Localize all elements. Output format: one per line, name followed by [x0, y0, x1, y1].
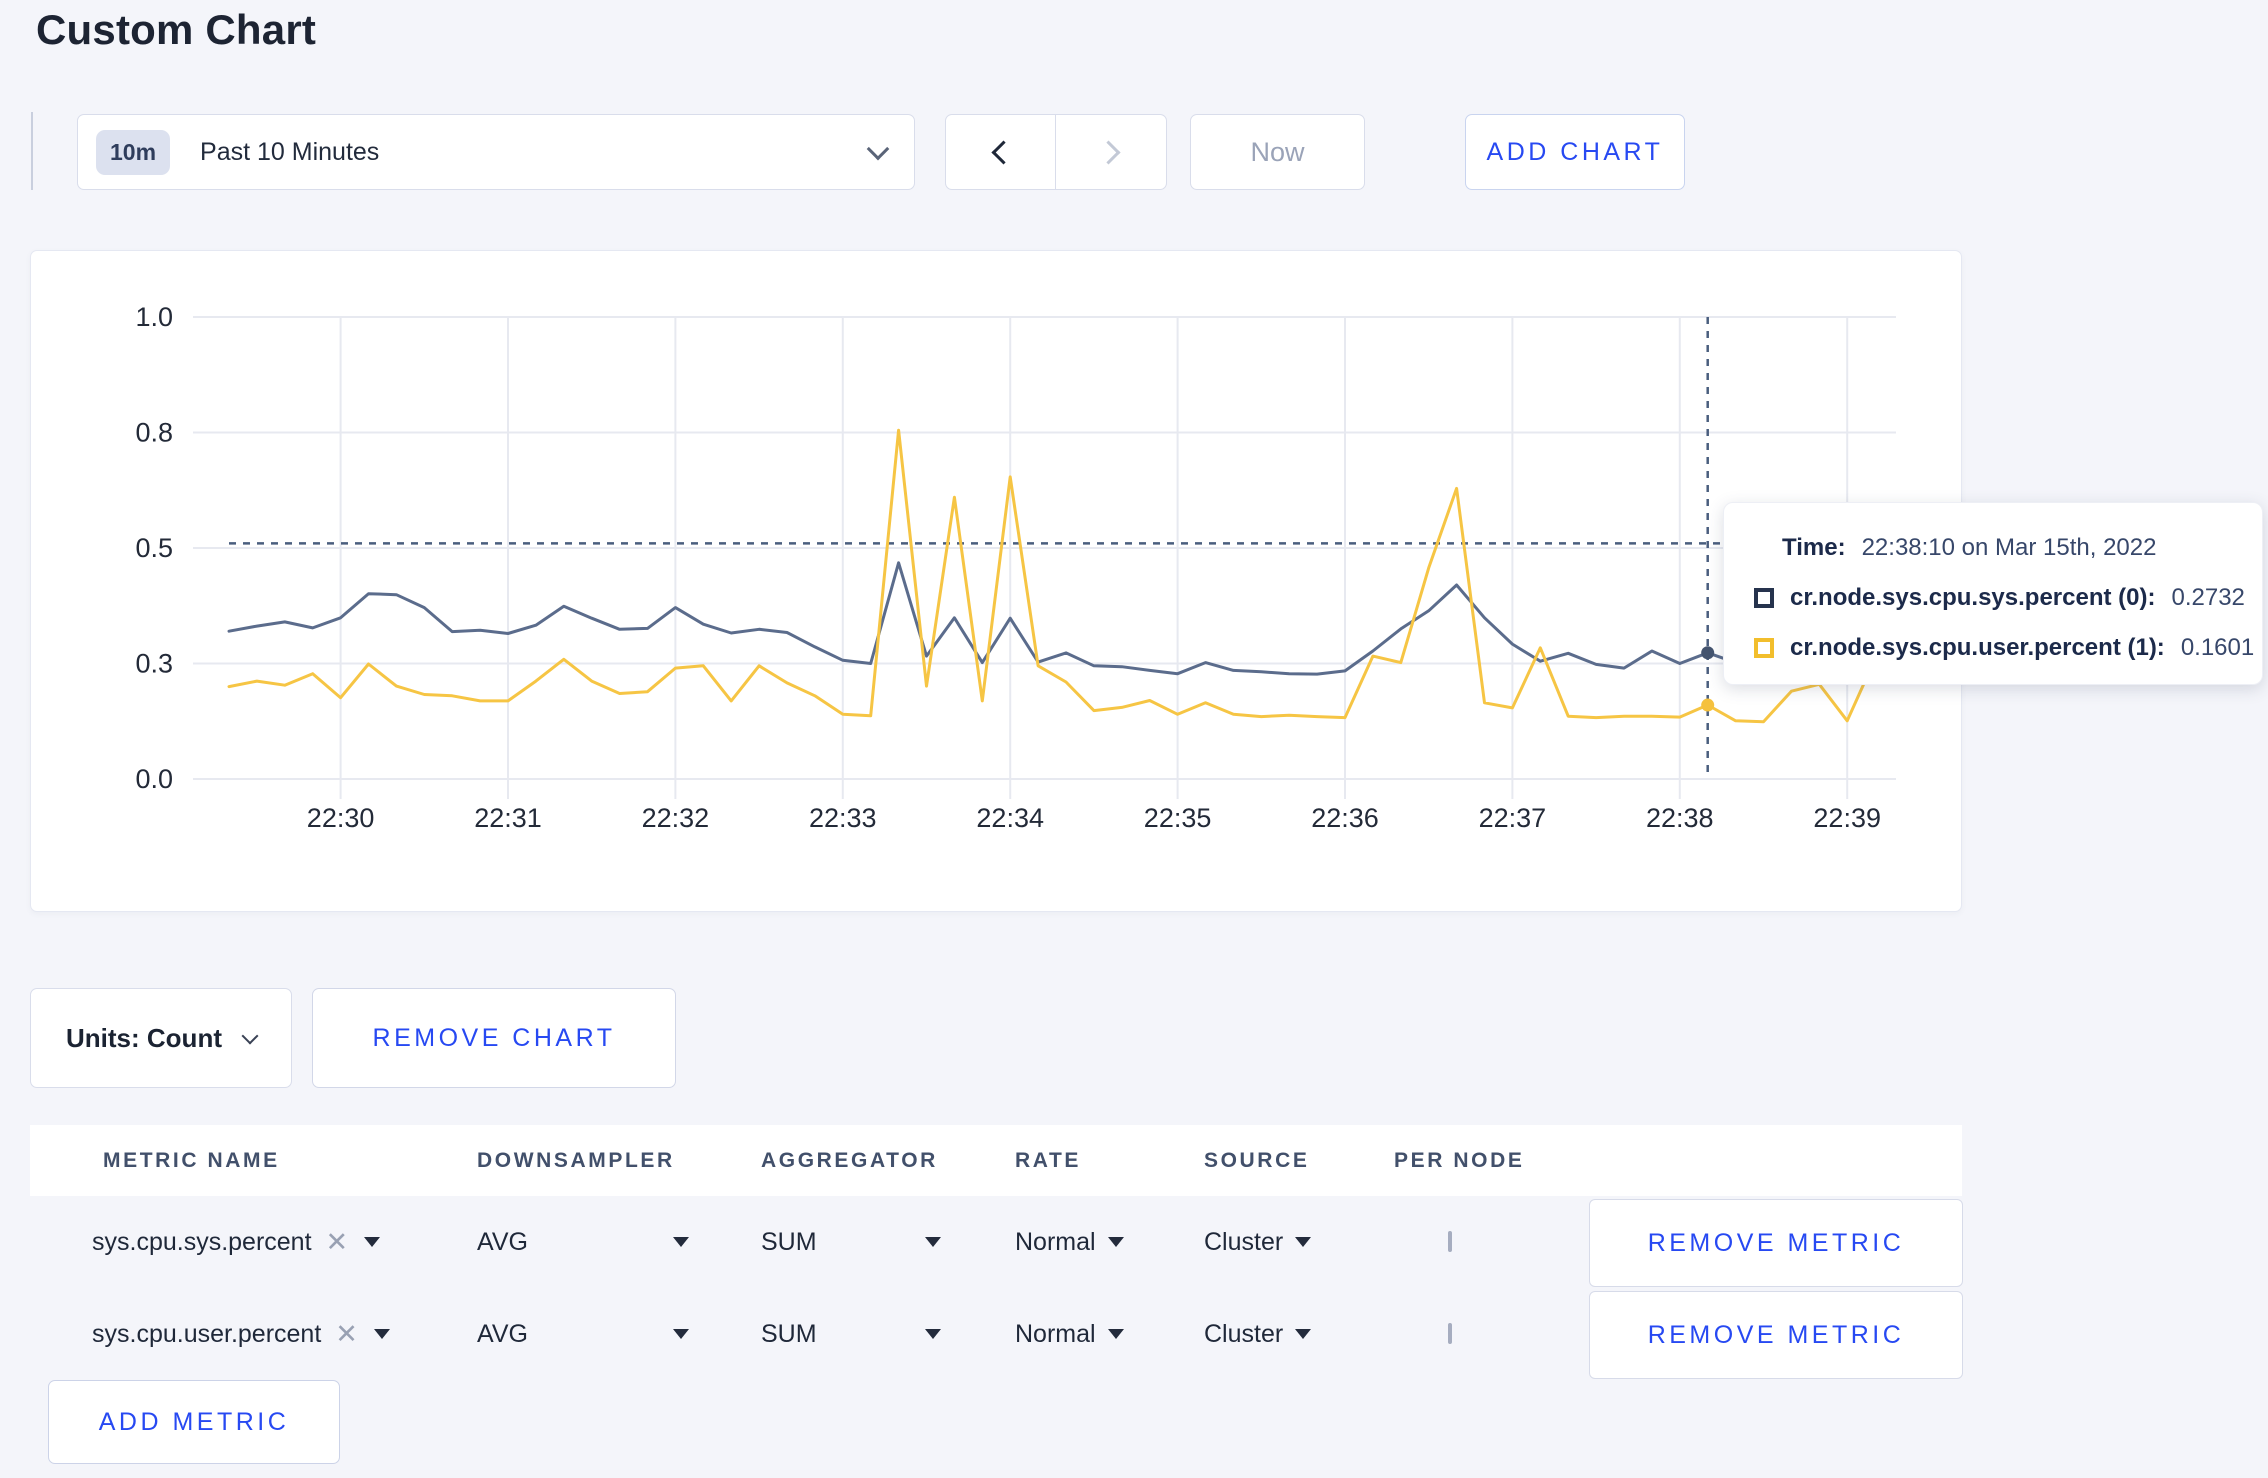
aggregator-dropdown[interactable]: SUM: [761, 1320, 941, 1349]
column-header-aggregator: AGGREGATOR: [761, 1148, 938, 1172]
rate-value: Normal: [1015, 1227, 1096, 1256]
time-window-next-button[interactable]: [1056, 114, 1167, 190]
units-dropdown[interactable]: Units: Count: [30, 988, 292, 1088]
column-header-rate: RATE: [1015, 1148, 1082, 1172]
chart-hover-tooltip: Time: 22:38:10 on Mar 15th, 2022 cr.node…: [1723, 502, 2263, 685]
x-tick-label: 22:35: [1144, 803, 1212, 833]
column-header-metric-name: METRIC NAME: [103, 1148, 280, 1172]
downsampler-dropdown[interactable]: AVG: [477, 1320, 689, 1349]
y-tick-label: 0.8: [135, 418, 173, 448]
x-tick-label: 22:34: [976, 803, 1044, 833]
remove-metric-button[interactable]: REMOVE METRIC: [1589, 1199, 1963, 1287]
chevron-down-icon: [241, 1027, 259, 1045]
aggregator-value: SUM: [761, 1319, 817, 1348]
metric-name-value[interactable]: sys.cpu.user.percent: [92, 1320, 321, 1349]
source-value: Cluster: [1204, 1319, 1284, 1348]
caret-down-icon: [925, 1237, 941, 1247]
chevron-right-icon: [1095, 139, 1121, 165]
caret-down-icon: [925, 1329, 941, 1339]
y-tick-label: 1.0: [135, 302, 173, 332]
time-window-dropdown[interactable]: 10m Past 10 Minutes: [77, 114, 915, 190]
metric-dropdown-caret-icon[interactable]: [364, 1237, 381, 1247]
crosshair-point-0: [1701, 646, 1715, 660]
caret-down-icon: [673, 1237, 689, 1247]
add-metric-button[interactable]: ADD METRIC: [48, 1380, 340, 1464]
caret-down-icon: [1295, 1237, 1312, 1247]
downsampler-dropdown[interactable]: AVG: [477, 1228, 689, 1257]
source-dropdown[interactable]: Cluster: [1204, 1227, 1312, 1257]
clear-metric-icon[interactable]: ✕: [326, 1227, 349, 1258]
series-swatch-icon: [1754, 588, 1774, 608]
source-value: Cluster: [1204, 1227, 1284, 1256]
x-tick-label: 22:31: [474, 803, 542, 833]
add-chart-button[interactable]: ADD CHART: [1465, 114, 1685, 190]
series-line-1: [227, 428, 1877, 724]
per-node-checkbox[interactable]: [1448, 1231, 1452, 1252]
caret-down-icon: [1107, 1237, 1124, 1247]
metric-table-row: sys.cpu.user.percent ✕ AVG SUM Normal Cl…: [30, 1288, 1963, 1380]
clear-metric-icon[interactable]: ✕: [335, 1319, 358, 1350]
y-tick-label: 0.0: [135, 764, 173, 794]
chevron-left-icon: [991, 139, 1016, 165]
aggregator-value: SUM: [761, 1227, 817, 1256]
y-tick-label: 0.5: [135, 533, 173, 563]
custom-chart-panel: 22:30 22:31 22:32 22:33 22:34 22:35 22:36 22:37…: [30, 250, 1962, 912]
chevron-down-icon: [866, 137, 890, 161]
crosshair-point-1: [1701, 698, 1715, 712]
metric-dropdown-caret-icon[interactable]: [373, 1329, 390, 1339]
page-title: Custom Chart: [36, 6, 317, 53]
x-tick-label: 22:30: [307, 803, 375, 833]
time-window-prev-button[interactable]: [945, 114, 1056, 190]
caret-down-icon: [673, 1329, 689, 1339]
tooltip-series-name: cr.node.sys.cpu.user.percent (1):: [1790, 634, 2165, 661]
column-header-downsampler: DOWNSAMPLER: [477, 1148, 675, 1172]
units-label: Units: Count: [66, 1022, 222, 1053]
metric-table-row: sys.cpu.sys.percent ✕ AVG SUM Normal Clu…: [30, 1196, 1963, 1288]
metric-name-value[interactable]: sys.cpu.sys.percent: [92, 1228, 312, 1257]
series-line-0: [227, 561, 1877, 676]
caret-down-icon: [1107, 1329, 1124, 1339]
rate-dropdown[interactable]: Normal: [1015, 1320, 1124, 1349]
metrics-table-body: sys.cpu.sys.percent ✕ AVG SUM Normal Clu…: [30, 1196, 1963, 1380]
tooltip-time-label: Time:: [1782, 534, 1846, 561]
tooltip-time-value: 22:38:10 on Mar 15th, 2022: [1861, 534, 2157, 561]
cpu-usage-line-chart[interactable]: 22:30 22:31 22:32 22:33 22:34 22:35 22:36 22:37…: [31, 251, 1963, 913]
tooltip-series-name: cr.node.sys.cpu.sys.percent (0):: [1790, 584, 2156, 611]
tooltip-series-value: 0.2732: [2171, 584, 2245, 611]
y-tick-label: 0.3: [135, 649, 173, 679]
toolbar-divider: [31, 112, 33, 190]
time-window-badge: 10m: [96, 129, 171, 175]
caret-down-icon: [1295, 1329, 1312, 1339]
column-header-per-node: PER NODE: [1394, 1148, 1525, 1172]
series-swatch-icon: [1754, 638, 1774, 658]
remove-chart-button[interactable]: REMOVE CHART: [312, 988, 676, 1088]
x-tick-label: 22:33: [809, 803, 877, 833]
column-header-source: SOURCE: [1204, 1148, 1310, 1172]
source-dropdown[interactable]: Cluster: [1204, 1319, 1312, 1349]
x-tick-label: 22:37: [1479, 803, 1547, 833]
downsampler-value: AVG: [477, 1319, 528, 1348]
now-button[interactable]: Now: [1190, 114, 1365, 190]
tooltip-series-value: 0.1601: [2180, 634, 2255, 661]
tooltip-series-row: cr.node.sys.cpu.sys.percent (0): 0.2732: [1754, 573, 2262, 623]
per-node-checkbox[interactable]: [1448, 1323, 1452, 1344]
metrics-table-header: METRIC NAME DOWNSAMPLER AGGREGATOR RATE …: [30, 1125, 1962, 1196]
remove-metric-button[interactable]: REMOVE METRIC: [1589, 1291, 1963, 1379]
x-tick-label: 22:36: [1311, 803, 1379, 833]
x-tick-label: 22:39: [1813, 803, 1881, 833]
aggregator-dropdown[interactable]: SUM: [761, 1228, 941, 1257]
x-tick-label: 22:38: [1646, 803, 1714, 833]
rate-value: Normal: [1015, 1319, 1096, 1348]
time-window-label: Past 10 Minutes: [200, 137, 380, 166]
rate-dropdown[interactable]: Normal: [1015, 1228, 1124, 1257]
x-tick-label: 22:32: [642, 803, 710, 833]
downsampler-value: AVG: [477, 1227, 528, 1256]
tooltip-series-row: cr.node.sys.cpu.user.percent (1): 0.1601: [1754, 623, 2262, 673]
